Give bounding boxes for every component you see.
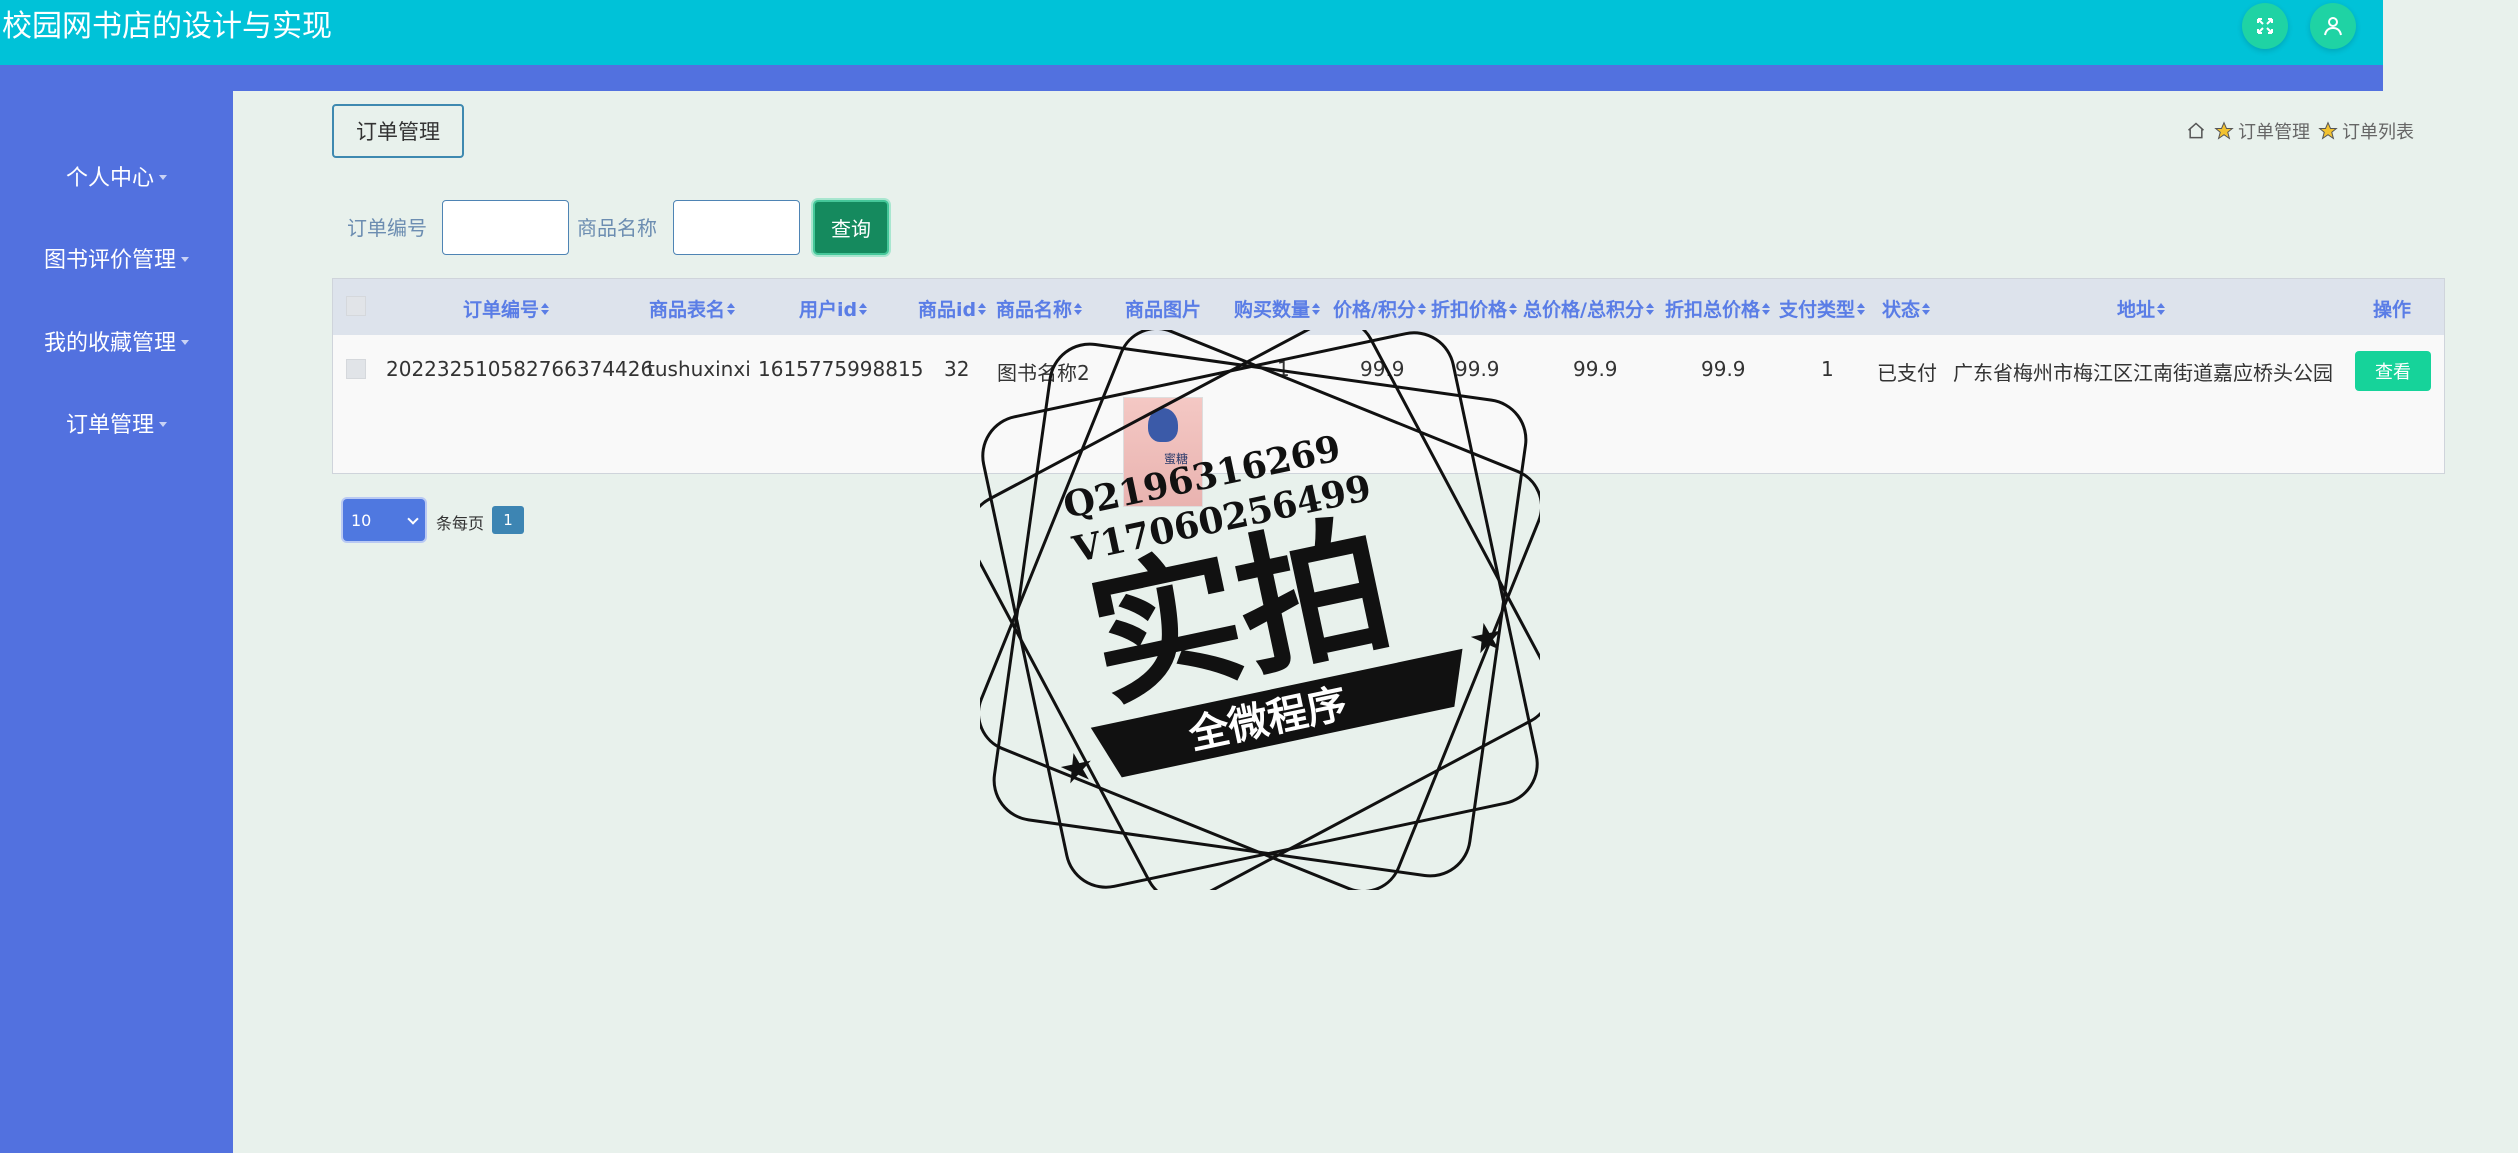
column-header[interactable]: 购买数量 [1234, 295, 1321, 322]
sort-icon [541, 302, 550, 315]
star-icon [2214, 121, 2234, 140]
cell-total-price: 99.9 [1573, 357, 1618, 381]
sidebar-item-book-review[interactable]: 图书评价管理 [0, 233, 233, 283]
star-icon: ★ [1055, 742, 1100, 794]
home-icon[interactable] [2186, 121, 2206, 141]
goods-name-input[interactable] [673, 200, 800, 255]
sidebar: 个人中心 图书评价管理 我的收藏管理 订单管理 [0, 91, 233, 1153]
fullscreen-button[interactable] [2242, 3, 2288, 49]
sort-icon [2157, 302, 2166, 315]
sort-icon [1312, 302, 1321, 315]
app-title: 校园网书店的设计与实现 [2, 9, 332, 44]
column-header[interactable]: 商品名称 [996, 295, 1083, 322]
sidebar-item-label: 个人中心 [65, 166, 154, 191]
select-all-checkbox[interactable] [346, 296, 366, 316]
sidebar-item-personal-center[interactable]: 个人中心 [0, 151, 233, 201]
user-button[interactable] [2310, 3, 2356, 49]
column-header[interactable]: 订单编号 [463, 295, 550, 322]
cell-goods-id: 32 [944, 357, 970, 381]
chevron-down-icon [407, 513, 419, 525]
page-size-value: 10 [351, 510, 372, 530]
user-icon [2324, 17, 2342, 36]
column-header[interactable]: 折扣总价格 [1665, 295, 1771, 322]
view-button[interactable]: 查看 [2355, 351, 2431, 391]
cell-user-id: 1615775998815 [758, 357, 924, 381]
page-number-button[interactable]: 1 [492, 506, 524, 534]
cell-order-no: 20223251058276637442​6 [386, 357, 654, 381]
caret-down-icon [159, 421, 167, 427]
sort-icon [1509, 302, 1518, 315]
cell-status: 已支付 [1877, 361, 1937, 385]
column-header[interactable]: 商品id [918, 295, 987, 322]
breadcrumb-item[interactable]: 订单管理 [2238, 118, 2310, 144]
cell-table-name: tushuxinxi [647, 357, 751, 381]
order-no-input[interactable] [442, 200, 569, 255]
column-header[interactable]: 状态 [1882, 295, 1931, 322]
star-icon [2318, 121, 2338, 140]
sort-icon [978, 302, 987, 315]
column-header[interactable]: 价格/积分 [1333, 295, 1426, 322]
top-header: 校园网书店的设计与实现 [0, 0, 2383, 65]
sidebar-item-label: 我的收藏管理 [43, 331, 176, 356]
column-header[interactable]: 用户id [799, 295, 868, 322]
cell-pay-type: 1 [1821, 357, 1834, 381]
breadcrumb-item: 订单列表 [2342, 122, 2414, 143]
column-header[interactable]: 支付类型 [1779, 295, 1866, 322]
per-page-label: 条每页 [436, 514, 485, 533]
column-header[interactable]: 折扣价格 [1431, 295, 1518, 322]
column-header[interactable]: 地址 [2117, 295, 2166, 322]
header-strip [0, 65, 2383, 91]
sort-icon [1762, 302, 1771, 315]
column-header[interactable]: 商品表名 [649, 295, 736, 322]
sidebar-item-label: 订单管理 [65, 413, 154, 438]
cell-address: 广东省梅州市梅江区江南街道嘉应桥头公园 [1953, 361, 2333, 385]
module-title-button[interactable]: 订单管理 [332, 104, 464, 158]
sort-icon [859, 302, 868, 315]
sort-icon [1417, 302, 1426, 315]
query-button[interactable]: 查询 [813, 200, 889, 255]
table-header: 订单编号 商品表名 用户id 商品id 商品名称 商品图片 购买数量 价格/积分… [333, 279, 2444, 335]
order-no-label: 订单编号 [347, 216, 427, 240]
caret-down-icon [181, 339, 189, 345]
sort-icon [1857, 302, 1866, 315]
row-checkbox[interactable] [346, 359, 366, 379]
sort-icon [1074, 302, 1083, 315]
sort-icon [1922, 302, 1931, 315]
sidebar-item-favorites[interactable]: 我的收藏管理 [0, 316, 233, 366]
sort-icon [727, 302, 736, 315]
goods-name-label: 商品名称 [577, 216, 657, 240]
column-header: 操作 [2373, 299, 2412, 321]
page-size-select[interactable]: 10 [343, 499, 425, 541]
breadcrumb: 订单管理 订单列表 [2186, 118, 2414, 144]
column-header[interactable]: 总价格/总积分 [1523, 295, 1654, 322]
watermark-stamp: Q2196316269 V17060256499 实拍 全微程序 ★ ★ [980, 330, 1540, 890]
column-header: 商品图片 [1125, 299, 1202, 321]
sidebar-item-orders[interactable]: 订单管理 [0, 398, 233, 448]
caret-down-icon [181, 256, 189, 262]
sort-icon [1645, 302, 1654, 315]
caret-down-icon [159, 174, 167, 180]
fullscreen-icon [2257, 18, 2273, 34]
cell-discount-total: 99.9 [1701, 357, 1746, 381]
sidebar-item-label: 图书评价管理 [43, 248, 176, 273]
